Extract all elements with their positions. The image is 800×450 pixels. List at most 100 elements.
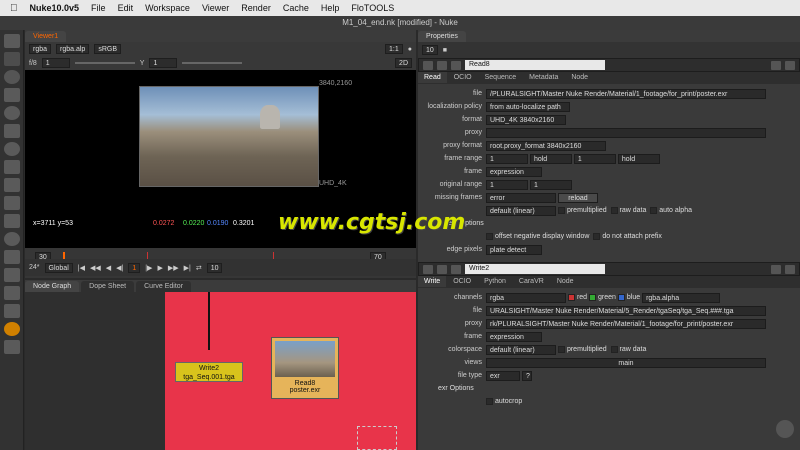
menu-workspace[interactable]: Workspace [145,3,190,13]
current-frame[interactable]: 1 [128,262,141,273]
gain-slider[interactable] [74,62,135,64]
fstop-label[interactable]: f/8 [29,60,37,67]
node-color-icon[interactable] [437,60,447,70]
tab-write[interactable]: Write [418,276,447,287]
menu-flotools[interactable]: FloTOOLS [351,3,394,13]
channel-icon[interactable] [3,88,20,102]
fr-start-field[interactable]: 1 [486,153,528,164]
max-panels-field[interactable]: 10 [422,45,438,55]
fr-end-field[interactable]: 1 [573,153,616,164]
alpha-dropdown[interactable]: rgba.alpha [642,292,721,303]
reload-button[interactable]: reload [557,192,598,203]
float-icon[interactable] [423,60,433,70]
step-fwd-icon[interactable]: |▶ [145,264,152,272]
tab-node-graph[interactable]: Node Graph [25,281,80,292]
play-overlay-icon[interactable] [776,420,794,438]
flotools-icon[interactable] [3,322,20,336]
raw-checkbox[interactable] [610,346,618,353]
colorspace-dropdown[interactable]: sRGB [94,44,121,54]
other-icon[interactable] [3,268,20,282]
plugin-icon[interactable] [3,304,20,318]
premult-checkbox[interactable] [557,346,565,353]
channels-dropdown[interactable]: rgba [486,292,566,303]
read-colorspace-dropdown[interactable]: default (linear) [486,205,556,216]
merge-icon[interactable] [3,160,20,174]
green-checkbox[interactable] [589,294,597,301]
read-file-field[interactable]: /PLURALSIGHT/Master Nuke Render/Material… [486,88,766,99]
tab-node[interactable]: Node [550,276,580,287]
float-icon[interactable] [423,264,433,274]
menu-cache[interactable]: Cache [283,3,309,13]
menu-viewer[interactable]: Viewer [202,3,229,13]
filter-icon[interactable] [3,124,20,138]
tab-ocio[interactable]: OCIO [447,276,478,287]
write-frame-dropdown[interactable]: expression [486,331,542,342]
views-dropdown[interactable]: main [486,357,766,368]
menu-render[interactable]: Render [241,3,271,13]
premult-checkbox[interactable] [557,207,565,214]
tab-curve-editor[interactable]: Curve Editor [136,281,192,292]
localization-dropdown[interactable]: from auto-localize path [486,101,570,112]
fps-field[interactable]: 24* [29,264,40,271]
node-color-icon[interactable] [437,264,447,274]
gamma-field[interactable]: 1 [149,58,178,68]
prev-key-icon[interactable]: ◀◀ [90,264,101,272]
tab-sequence[interactable]: Sequence [478,72,523,83]
next-key-icon[interactable]: ▶▶ [168,264,179,272]
proxy-field[interactable] [486,127,766,138]
draw-icon[interactable] [3,52,20,66]
alpha-dropdown[interactable]: rgba.alp [56,44,90,54]
frame-dropdown[interactable]: expression [486,166,542,177]
tab-properties[interactable]: Properties [418,31,466,42]
gain-field[interactable]: 1 [41,58,70,68]
write-proxy-field[interactable]: rk/PLURALSIGHT/Master Nuke Render/Materi… [486,318,766,329]
menu-edit[interactable]: Edit [118,3,134,13]
orig-end-field[interactable]: 1 [529,179,572,190]
channel-dropdown[interactable]: rgba [29,44,52,54]
node-icon[interactable] [451,264,461,274]
metadata-icon[interactable] [3,232,20,246]
tab-python[interactable]: Python [478,276,512,287]
write-node-name-field[interactable]: Write2 [465,264,605,274]
close-icon[interactable] [785,264,795,274]
color-icon[interactable] [3,106,20,120]
missing-dropdown[interactable]: error [486,192,556,203]
orig-start-field[interactable]: 1 [486,179,528,190]
read-node[interactable]: Read8 poster.exr [271,337,339,399]
help-icon[interactable] [771,264,781,274]
tab-viewer1[interactable]: Viewer1 [25,31,67,42]
tab-ocio[interactable]: OCIO [447,72,478,83]
mode-dropdown[interactable]: 2D [395,58,412,68]
write-node[interactable]: Write2 tga_Seq.001.tga [175,362,243,382]
fr-hold2-dropdown[interactable]: hold [617,153,660,164]
last-frame-icon[interactable]: ▶| [184,264,191,272]
apple-icon[interactable]:  [10,3,18,14]
keyer-icon[interactable] [3,142,20,156]
format-dropdown[interactable]: UHD_4K 3840x2160 [486,114,566,125]
menu-file[interactable]: File [91,3,106,13]
edge-dropdown[interactable]: plate detect [486,244,542,255]
time-icon[interactable] [3,70,20,84]
autoalpha-checkbox[interactable] [650,207,658,214]
tab-node[interactable]: Node [565,72,595,83]
autocrop-checkbox[interactable] [486,398,493,405]
red-checkbox[interactable] [567,294,575,301]
help-icon[interactable] [771,60,781,70]
lock-icon[interactable]: ● [408,46,412,53]
menu-app[interactable]: Nuke10.0v5 [30,3,80,13]
write-colorspace-dropdown[interactable]: default (linear) [486,344,556,355]
menu-help[interactable]: Help [321,3,340,13]
write-file-field[interactable]: URALSIGHT/Master Nuke Render/Material/5_… [486,305,766,316]
tab-caravr[interactable]: CaraVR [512,276,550,287]
blue-checkbox[interactable] [617,294,625,301]
filetype-help-button[interactable]: ? [521,370,532,381]
read-node-name-field[interactable]: Read8 [465,60,605,70]
noprefix-checkbox[interactable] [593,233,601,240]
menu-icon[interactable] [3,34,20,48]
play-fwd-icon[interactable]: ▶ [157,264,162,272]
close-icon[interactable] [785,60,795,70]
filetype-dropdown[interactable]: exr [486,370,520,381]
first-frame-icon[interactable]: |◀ [78,264,85,272]
settings-icon[interactable] [3,340,20,354]
transform-icon[interactable] [3,178,20,192]
